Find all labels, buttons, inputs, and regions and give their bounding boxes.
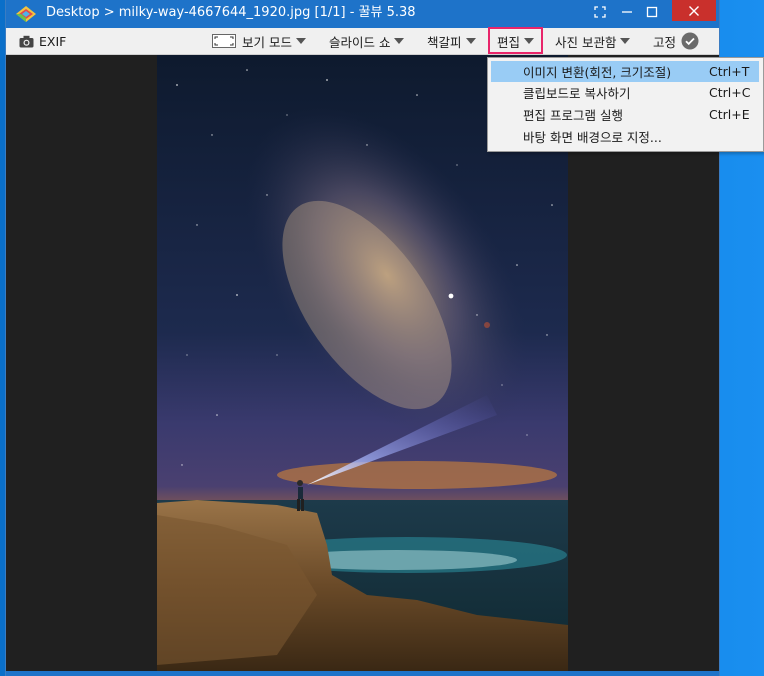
view-mode-icon <box>212 34 236 48</box>
close-icon <box>689 5 699 16</box>
chevron-down-icon <box>295 38 306 44</box>
app-logo-icon <box>16 6 36 22</box>
chevron-down-icon <box>394 38 405 44</box>
menu-item-image-transform[interactable]: 이미지 변환(회전, 크기조절) Ctrl+T <box>491 61 759 82</box>
menu-item-copy-clipboard[interactable]: 클립보드로 복사하기 Ctrl+C <box>491 82 759 103</box>
menu-item-shortcut: Ctrl+E <box>709 107 750 122</box>
bookmark-label: 책갈피 <box>427 34 462 50</box>
view-mode-button[interactable]: 보기 모드 <box>212 28 306 54</box>
chevron-down-icon <box>465 38 476 44</box>
menu-item-shortcut: Ctrl+T <box>709 64 750 79</box>
pin-label: 고정 <box>653 34 677 50</box>
menu-item-set-wallpaper[interactable]: 바탕 화면 배경으로 지정... <box>491 126 759 147</box>
photo-archive-button[interactable]: 사진 보관함 <box>555 28 631 54</box>
check-circle-icon <box>681 32 699 50</box>
bookmark-button[interactable]: 책갈피 <box>427 28 476 54</box>
menu-item-label: 바탕 화면 배경으로 지정... <box>523 130 662 145</box>
toolbar: EXIF 보기 모드 슬라이드 쇼 책갈피 편집 사진 보관함 고정 <box>6 28 719 55</box>
window-title: Desktop > milky-way-4667644_1920.jpg [1/… <box>46 5 416 20</box>
view-mode-label: 보기 모드 <box>242 34 292 50</box>
menu-item-label: 클립보드로 복사하기 <box>523 86 631 101</box>
chevron-down-icon <box>620 38 631 44</box>
minimize-icon <box>622 11 632 13</box>
menu-item-label: 편집 프로그램 실행 <box>523 108 623 123</box>
close-button[interactable] <box>672 0 716 21</box>
slideshow-label: 슬라이드 쇼 <box>329 34 391 50</box>
camera-icon <box>19 35 34 47</box>
fullscreen-icon <box>594 6 606 18</box>
title-bar[interactable]: Desktop > milky-way-4667644_1920.jpg [1/… <box>6 0 719 28</box>
minimize-button[interactable] <box>614 0 640 24</box>
fullscreen-button[interactable] <box>587 0 613 24</box>
menu-item-label: 이미지 변환(회전, 크기조절) <box>523 65 672 80</box>
menu-item-open-editor[interactable]: 편집 프로그램 실행 Ctrl+E <box>491 104 759 125</box>
photo-archive-label: 사진 보관함 <box>555 34 617 50</box>
maximize-button[interactable] <box>639 0 665 24</box>
menu-item-shortcut: Ctrl+C <box>709 85 751 100</box>
edit-highlight-box <box>488 27 543 54</box>
exif-button[interactable]: EXIF <box>19 28 66 54</box>
window-bottom-border <box>6 671 719 676</box>
maximize-icon <box>646 6 658 18</box>
exif-label: EXIF <box>39 33 67 49</box>
edit-dropdown-menu: 이미지 변환(회전, 크기조절) Ctrl+T 클립보드로 복사하기 Ctrl+… <box>487 57 764 152</box>
pin-button[interactable]: 고정 <box>653 28 699 54</box>
slideshow-button[interactable]: 슬라이드 쇼 <box>329 28 405 54</box>
